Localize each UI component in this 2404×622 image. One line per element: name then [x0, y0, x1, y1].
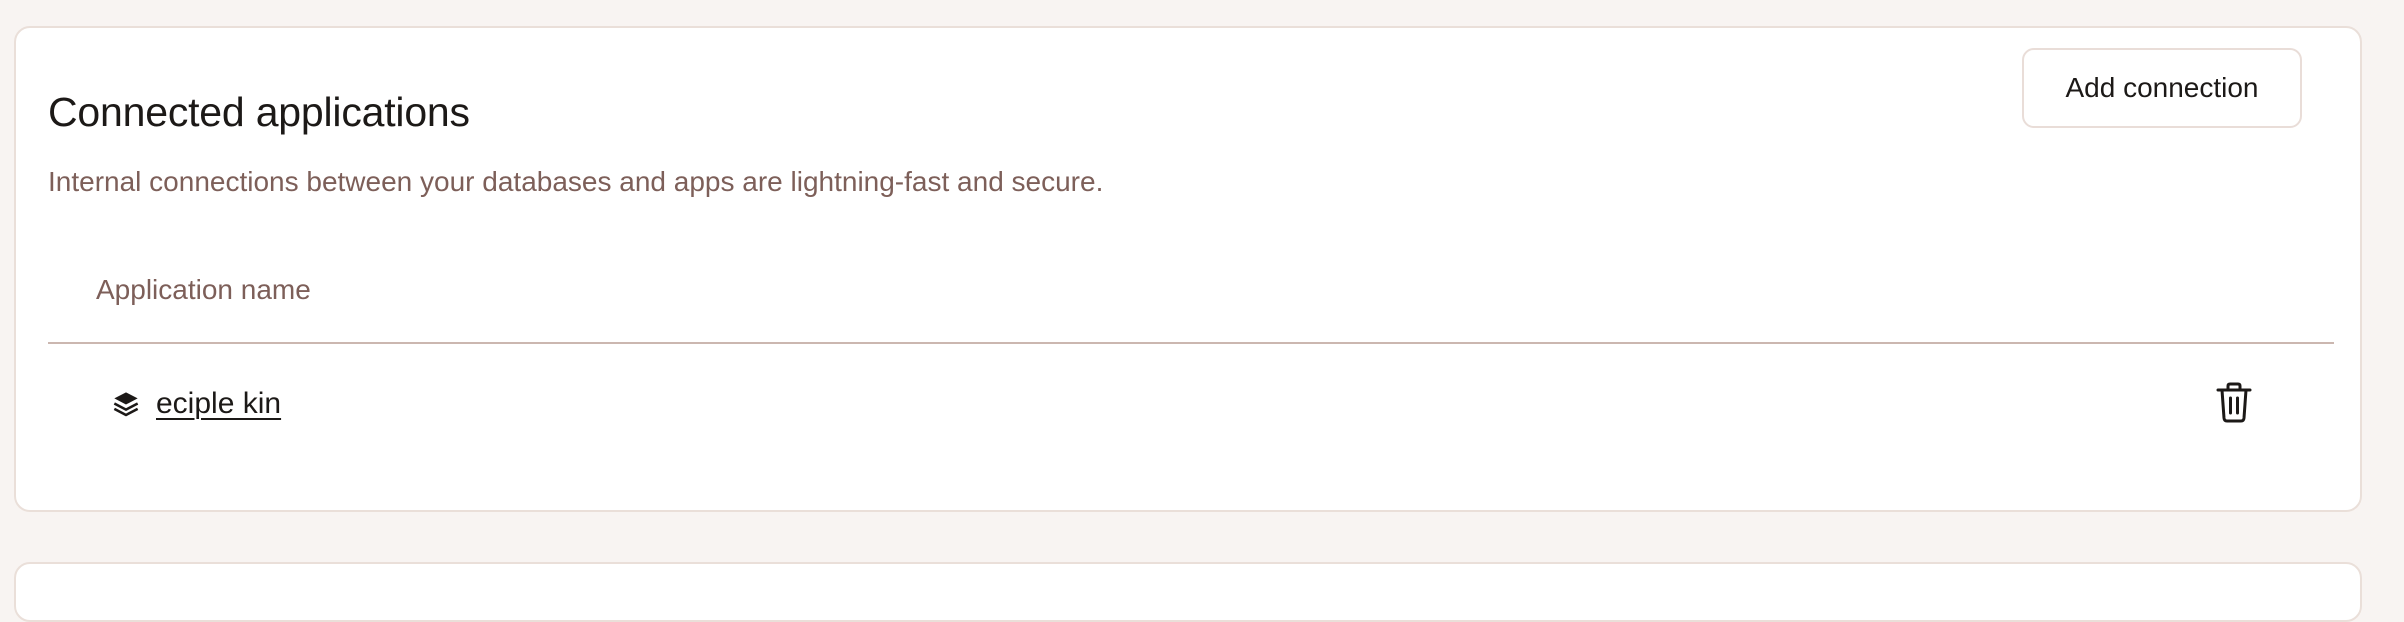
column-header-application-name: Application name [96, 274, 311, 305]
add-connection-button[interactable]: Add connection [2022, 48, 2302, 128]
table-row: eciple kin [48, 344, 2334, 466]
delete-connection-button[interactable] [2214, 380, 2254, 424]
section-title: Connected applications [48, 89, 470, 135]
trash-icon [2214, 380, 2254, 424]
next-section-card [14, 562, 2362, 622]
application-link[interactable]: eciple kin [156, 386, 281, 422]
stack-icon [112, 390, 140, 418]
section-description: Internal connections between your databa… [48, 166, 1104, 197]
